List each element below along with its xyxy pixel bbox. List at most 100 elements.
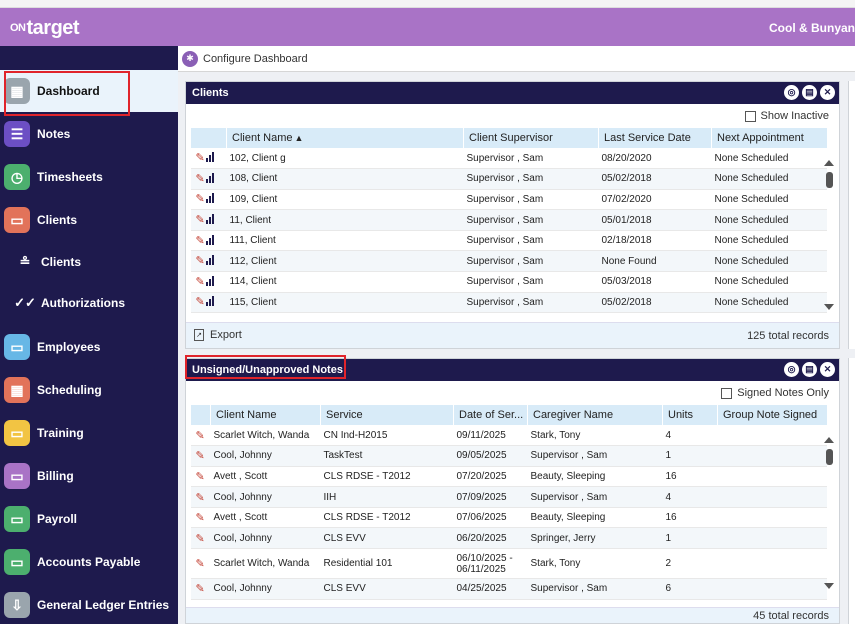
edit-icon[interactable]: ✎ bbox=[196, 296, 205, 308]
table-row[interactable]: ✎ 102, Client g Supervisor , Sam 08/20/2020… bbox=[190, 148, 827, 170]
column-header[interactable]: Caregiver Name bbox=[527, 405, 663, 425]
column-header[interactable]: Last Service Date bbox=[598, 128, 712, 148]
table-row[interactable]: ✎ 114, Client Supervisor , Sam 05/03/2018 No… bbox=[190, 271, 827, 293]
chart-icon[interactable] bbox=[205, 255, 215, 268]
table-row[interactable]: ✎ Cool, Johnny CLS EVV 04/25/2025 Supervisor… bbox=[190, 578, 827, 600]
scroll-thumb[interactable] bbox=[826, 172, 833, 188]
column-header[interactable]: Client Supervisor bbox=[463, 128, 599, 148]
main-area: ✱ Configure Dashboard Clients ◎ ▤ ✕ Show… bbox=[178, 46, 855, 624]
table-row[interactable]: ✎ 108, Client Supervisor , Sam 05/02/2018 No… bbox=[190, 168, 827, 190]
edit-icon[interactable]: ✎ bbox=[196, 214, 205, 226]
sidebar-item-dashboard[interactable]: ▦ Dashboard bbox=[0, 70, 178, 112]
edit-icon[interactable]: ✎ bbox=[196, 512, 205, 524]
edit-icon[interactable]: ✎ bbox=[196, 276, 205, 288]
folder-icon: ▭ bbox=[4, 420, 30, 446]
scroll-up-icon[interactable] bbox=[824, 160, 834, 166]
column-header[interactable]: Units bbox=[662, 405, 718, 425]
scroll-up-icon[interactable] bbox=[824, 437, 834, 443]
signed-notes-only-checkbox[interactable]: Signed Notes Only bbox=[721, 387, 829, 399]
notes-scrollbar[interactable] bbox=[823, 437, 835, 589]
chart-icon[interactable] bbox=[205, 193, 215, 206]
table-cell: Springer, Jerry bbox=[527, 527, 663, 550]
sidebar-item-label: Training bbox=[37, 426, 84, 440]
sidebar-item-clients[interactable]: ▭ Clients bbox=[0, 199, 178, 241]
notes-icon: ☰ bbox=[4, 121, 30, 147]
table-row[interactable]: ✎ 112, Client Supervisor , Sam None Found No… bbox=[190, 250, 827, 273]
table-cell: 05/02/2018 bbox=[598, 168, 712, 190]
window-icon[interactable]: ▤ bbox=[802, 85, 817, 100]
edit-icon[interactable]: ✎ bbox=[196, 430, 205, 442]
column-header[interactable]: Next Appointment bbox=[711, 128, 827, 148]
table-row[interactable]: ✎ 115, Client Supervisor , Sam 05/02/2018 No… bbox=[190, 292, 827, 314]
column-header[interactable]: Client Name bbox=[210, 405, 321, 425]
table-cell: CLS RDSE - T2012 bbox=[320, 507, 454, 529]
sidebar-item-label: Scheduling bbox=[37, 383, 102, 397]
close-icon[interactable]: ✕ bbox=[820, 85, 835, 100]
chart-icon[interactable] bbox=[205, 214, 215, 227]
sidebar-subitem-authorizations[interactable]: ✓✓ Authorizations bbox=[0, 285, 178, 321]
sidebar-item-timesheets[interactable]: ◷ Timesheets bbox=[0, 156, 178, 198]
table-row[interactable]: ✎ Cool, Johnny CLS EVV 06/20/2025 Springer, … bbox=[190, 527, 827, 550]
column-header[interactable]: Client Name ▲ bbox=[226, 128, 464, 148]
clients-scrollbar[interactable] bbox=[823, 160, 835, 310]
table-row[interactable]: ✎ 109, Client Supervisor , Sam 07/02/2020 No… bbox=[190, 189, 827, 211]
chart-icon[interactable] bbox=[205, 152, 215, 165]
edit-icon[interactable]: ✎ bbox=[196, 152, 205, 164]
table-row[interactable]: ✎ Scarlet Witch, Wanda Residential 101 06/1… bbox=[190, 548, 827, 580]
edit-icon[interactable]: ✎ bbox=[196, 492, 205, 504]
table-cell: 16 bbox=[662, 507, 718, 529]
edit-icon[interactable]: ✎ bbox=[196, 173, 205, 185]
scroll-down-icon[interactable] bbox=[824, 304, 834, 310]
edit-icon[interactable]: ✎ bbox=[196, 533, 205, 545]
close-icon[interactable]: ✕ bbox=[820, 362, 835, 377]
sidebar-item-scheduling[interactable]: ▦ Scheduling bbox=[0, 369, 178, 411]
chart-icon[interactable] bbox=[205, 172, 215, 186]
column-header[interactable]: Service bbox=[320, 405, 454, 425]
table-row[interactable]: ✎ Cool, Johnny IIH 07/09/2025 Supervisor , S… bbox=[190, 486, 827, 508]
table-cell: CLS RDSE - T2012 bbox=[320, 466, 454, 488]
table-row[interactable]: ✎ 11, Client Supervisor , Sam 05/01/2018 Non… bbox=[190, 209, 827, 231]
sidebar-item-notes[interactable]: ☰ Notes bbox=[0, 113, 178, 155]
edit-icon[interactable]: ✎ bbox=[196, 583, 205, 595]
table-row[interactable]: ✎ Cool, Johnny TaskTest 09/05/2025 Superviso… bbox=[190, 445, 827, 467]
chart-icon[interactable] bbox=[205, 296, 215, 309]
table-row[interactable]: ✎ Avett , Scott CLS RDSE - T2012 07/06/2025… bbox=[190, 507, 827, 529]
row-actions: ✎ bbox=[190, 250, 227, 273]
sidebar-item-payroll[interactable]: ▭ Payroll bbox=[0, 498, 178, 540]
scroll-thumb[interactable] bbox=[826, 449, 833, 465]
sidebar-subitem-clients[interactable]: ≗ Clients bbox=[0, 244, 178, 280]
window-icon[interactable]: ▤ bbox=[802, 362, 817, 377]
edit-icon[interactable]: ✎ bbox=[196, 255, 205, 267]
table-cell: Supervisor , Sam bbox=[463, 292, 599, 314]
checkbox-icon[interactable] bbox=[744, 110, 756, 122]
checkbox-icon[interactable] bbox=[721, 387, 733, 399]
ontarget-logo[interactable]: ONtarget bbox=[10, 17, 80, 40]
sidebar-item-employees[interactable]: ▭ Employees bbox=[0, 326, 178, 368]
settings-icon[interactable]: ◎ bbox=[784, 362, 799, 377]
configure-dashboard-bar[interactable]: ✱ Configure Dashboard bbox=[178, 46, 855, 72]
edit-icon[interactable]: ✎ bbox=[196, 193, 205, 205]
table-cell: None Scheduled bbox=[711, 209, 827, 231]
sort-ascending-icon[interactable]: ▲ bbox=[295, 133, 304, 143]
table-row[interactable]: ✎ Scarlet Witch, Wanda CN Ind-H2015 09/11/2… bbox=[190, 425, 827, 447]
export-button[interactable]: ↗ Export bbox=[194, 329, 242, 341]
sidebar-item-general-ledger-entries[interactable]: ⇩ General Ledger Entries bbox=[0, 584, 178, 626]
sidebar-item-billing[interactable]: ▭ Billing bbox=[0, 455, 178, 497]
edit-icon[interactable]: ✎ bbox=[196, 450, 205, 462]
column-header[interactable]: Group Note Signed bbox=[717, 405, 827, 425]
column-header[interactable]: Date of Ser... bbox=[453, 405, 528, 425]
table-row[interactable]: ✎ 111, Client Supervisor , Sam 02/18/2018 No… bbox=[190, 230, 827, 252]
edit-icon[interactable]: ✎ bbox=[196, 235, 205, 247]
edit-icon[interactable]: ✎ bbox=[196, 558, 205, 570]
sidebar-item-accounts-payable[interactable]: ▭ Accounts Payable bbox=[0, 541, 178, 583]
table-cell: Supervisor , Sam bbox=[527, 486, 663, 508]
table-row[interactable]: ✎ Avett , Scott CLS RDSE - T2012 07/20/2025… bbox=[190, 466, 827, 488]
scroll-down-icon[interactable] bbox=[824, 583, 834, 589]
company-name[interactable]: Cool & Bunyan bbox=[769, 21, 855, 35]
chart-icon[interactable] bbox=[205, 275, 215, 289]
settings-icon[interactable]: ◎ bbox=[784, 85, 799, 100]
show-inactive-checkbox[interactable]: Show Inactive bbox=[744, 110, 829, 122]
chart-icon[interactable] bbox=[205, 234, 215, 248]
edit-icon[interactable]: ✎ bbox=[196, 471, 205, 483]
sidebar-item-training[interactable]: ▭ Training bbox=[0, 412, 178, 454]
